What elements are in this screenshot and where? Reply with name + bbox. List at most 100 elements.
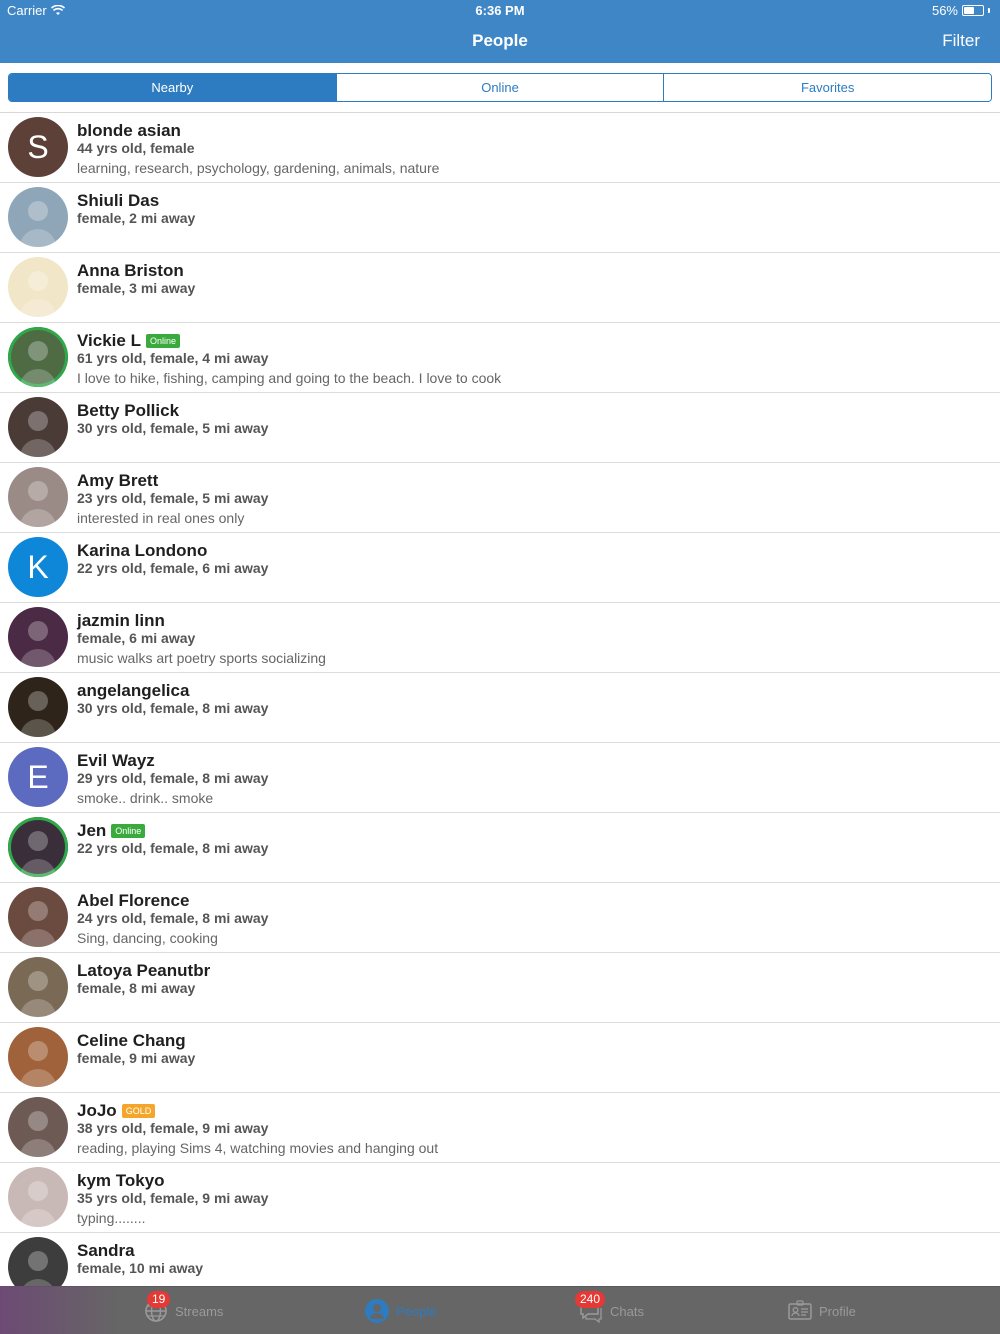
list-item[interactable]: Betty Pollick 30 yrs old, female, 5 mi aw… [0,393,1000,463]
person-name: Vickie L [77,331,141,350]
name-line: JoJo GOLD [77,1101,156,1121]
avatar[interactable] [8,1097,68,1157]
person-name: Celine Chang [77,1031,186,1050]
list-item[interactable]: Jen Online 22 yrs old, female, 8 mi away [0,813,1000,883]
chats-badge: 240 [575,1291,606,1308]
name-line: Anna Briston [77,261,184,281]
list-item[interactable]: kym Tokyo 35 yrs old, female, 9 mi away ty… [0,1163,1000,1233]
avatar[interactable] [8,957,68,1017]
person-details: 38 yrs old, female, 9 mi away [77,1120,269,1136]
avatar[interactable] [8,187,68,247]
list-item[interactable]: Vickie L Online 61 yrs old, female, 4 mi a… [0,323,1000,393]
filter-button[interactable]: Filter [942,31,980,51]
avatar[interactable] [8,467,68,527]
name-line: kym Tokyo [77,1171,165,1191]
person-bio: typing........ [77,1210,146,1226]
list-item[interactable]: angelangelica 30 yrs old, female, 8 mi aw… [0,673,1000,743]
list-item[interactable]: Anna Briston female, 3 mi away [0,253,1000,323]
person-details: 61 yrs old, female, 4 mi away [77,350,269,366]
name-line: Jen Online [77,821,146,841]
segment-favorites[interactable]: Favorites [663,74,991,101]
list-item[interactable]: jazmin linn female, 6 mi away music walks … [0,603,1000,673]
list-item[interactable]: Sandra female, 10 mi away [0,1233,1000,1286]
list-item[interactable]: Abel Florence 24 yrs old, female, 8 mi aw… [0,883,1000,953]
profile-photo [20,901,56,947]
avatar-initial: S [27,128,49,165]
tab-streams-label: Streams [175,1303,224,1319]
profile-photo [20,971,56,1017]
person-name: Abel Florence [77,891,190,910]
person-details: 24 yrs old, female, 8 mi away [77,910,269,926]
avatar[interactable] [8,607,68,667]
person-name: Latoya Peanutbr [77,961,211,980]
person-details: female, 6 mi away [77,630,196,646]
avatar[interactable] [8,1237,68,1286]
avatar[interactable]: E [8,747,68,807]
page-title: People [472,31,528,50]
person-details: 29 yrs old, female, 8 mi away [77,770,269,786]
avatar[interactable] [8,1167,68,1227]
person-name: angelangelica [77,681,190,700]
profile-photo [20,411,56,457]
tab-profile-label: Profile [819,1303,856,1319]
name-line: Evil Wayz [77,751,155,771]
people-list[interactable]: Sblonde asian 44 yrs old, female learning,… [0,112,1000,1286]
list-item[interactable]: JoJo GOLD 38 yrs old, female, 9 mi away rea… [0,1093,1000,1163]
list-item[interactable]: Shiuli Das female, 2 mi away [0,183,1000,253]
name-line: Abel Florence [77,891,189,911]
avatar[interactable]: K [8,537,68,597]
avatar[interactable]: S [8,117,68,177]
segment-online[interactable]: Online [335,74,664,101]
list-item[interactable]: K Karina Londono 22 yrs old, female, 6 mi … [0,533,1000,603]
person-name: JoJo [77,1101,117,1120]
name-line: Celine Chang [77,1031,186,1051]
person-details: 35 yrs old, female, 9 mi away [77,1190,269,1206]
list-item[interactable]: Latoya Peanutbr female, 8 mi away [0,953,1000,1023]
person-bio: interested in real ones only [77,510,245,526]
person-details: 44 yrs old, female [77,140,195,156]
avatar[interactable] [8,887,68,947]
person-details: 22 yrs old, female, 6 mi away [77,560,269,576]
avatar[interactable] [8,677,68,737]
person-name: Sandra [77,1241,135,1260]
list-item[interactable]: Amy Brett 23 yrs old, female, 5 mi away in… [0,463,1000,533]
tab-people[interactable]: People [364,1287,436,1334]
profile-photo [20,691,56,737]
profile-photo [20,271,56,317]
battery-icon [962,5,984,16]
person-name: jazmin linn [77,611,165,630]
profile-photo [20,201,56,247]
avatar-initial: K [27,548,49,585]
person-bio: I love to hike, fishing, camping and goi… [77,370,502,386]
person-details: 30 yrs old, female, 8 mi away [77,700,269,716]
person-details: female, 2 mi away [77,210,196,226]
tab-bar: Streams 19 People Chats 240 Profile [0,1286,1000,1334]
online-badge: Online [145,334,180,348]
avatar[interactable] [8,257,68,317]
battery-percent: 56% [931,3,958,18]
tabbar-accent [0,1286,120,1334]
person-details: female, 9 mi away [77,1050,196,1066]
profile-photo [20,1181,56,1227]
person-details: 30 yrs old, female, 5 mi away [77,420,269,436]
person-details: female, 10 mi away [77,1260,204,1276]
list-item[interactable]: E Evil Wayz 29 yrs old, female, 8 mi away s… [0,743,1000,813]
person-bio: smoke.. drink.. smoke [77,790,214,806]
avatar[interactable] [8,817,68,877]
profile-photo [20,341,56,387]
person-details: 22 yrs old, female, 8 mi away [77,840,269,856]
list-item[interactable]: Celine Chang female, 9 mi away [0,1023,1000,1093]
avatar[interactable] [8,397,68,457]
tab-profile[interactable]: Profile [787,1287,856,1334]
person-name: Amy Brett [77,471,159,490]
nav-bar: People Filter [0,22,1000,63]
avatar[interactable] [8,1027,68,1087]
person-details: female, 3 mi away [77,280,196,296]
streams-badge: 19 [147,1291,171,1308]
segment-nearby[interactable]: Nearby [9,74,336,101]
avatar[interactable] [8,327,68,387]
person-details: female, 8 mi away [77,980,196,996]
status-bar: Carrier 6:36 PM 56% [0,0,1000,22]
person-bio: learning, research, psychology, gardenin… [77,160,440,176]
list-item[interactable]: Sblonde asian 44 yrs old, female learning,… [0,113,1000,183]
